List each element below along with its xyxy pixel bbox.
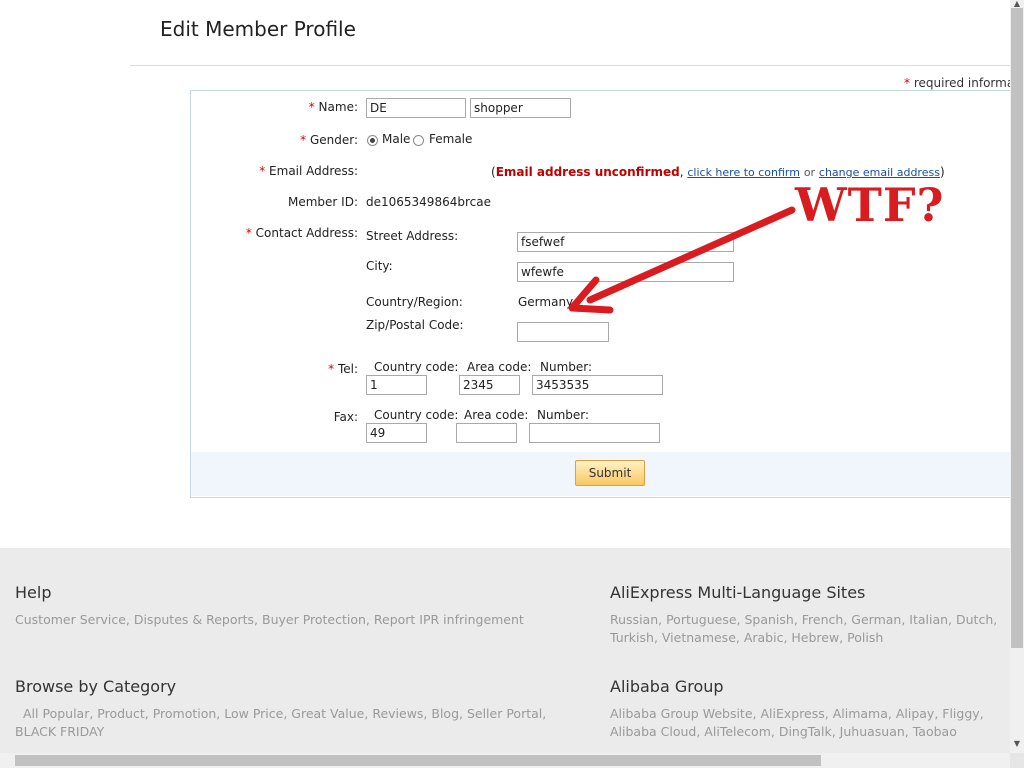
fax-country-code-input[interactable]: 49 (366, 423, 427, 443)
gender-male-label[interactable]: Male (382, 132, 410, 146)
fax-label: Fax: (333, 410, 358, 424)
footer-multilang-links[interactable]: Russian, Portuguese, Spanish, French, Ge… (610, 611, 1005, 647)
scroll-down-arrow-icon[interactable]: ▼ (1011, 739, 1023, 751)
name-label: * Name: (308, 100, 358, 114)
vertical-scroll-thumb[interactable] (1011, 8, 1023, 648)
footer-group-title: Alibaba Group (610, 677, 724, 696)
member-id-label: Member ID: (288, 195, 358, 209)
page-title: Edit Member Profile (160, 17, 356, 41)
fax-area-code-input[interactable] (456, 423, 517, 443)
zip-input[interactable] (517, 322, 609, 342)
footer-group-links[interactable]: Alibaba Group Website, AliExpress, Alima… (610, 705, 1005, 741)
gender-label-text: Gender: (309, 133, 358, 147)
submit-button[interactable]: Submit (575, 460, 645, 486)
footer-browse-title: Browse by Category (15, 677, 177, 696)
scrollbar-corner (1010, 753, 1024, 768)
tel-number-input[interactable]: 3453535 (532, 375, 663, 395)
footer-help-title: Help (15, 583, 52, 602)
zip-label: Zip/Postal Code: (366, 318, 464, 332)
email-input[interactable] (358, 162, 488, 182)
contact-address-label: * Contact Address: (245, 226, 358, 240)
horizontal-scroll-thumb[interactable] (15, 755, 821, 766)
scroll-up-arrow-icon[interactable]: ▲ (1011, 0, 1023, 8)
gender-female-label[interactable]: Female (429, 132, 472, 146)
tel-area-code-input[interactable]: 2345 (459, 375, 520, 395)
fax-number-label: Number: (537, 408, 590, 422)
tel-label-text: Tel: (337, 362, 358, 376)
member-id-value: de1065349864brcae (366, 195, 491, 209)
fax-number-input[interactable] (529, 423, 660, 443)
contact-address-label-text: Contact Address: (255, 226, 358, 240)
tel-country-code-label: Country code: (374, 360, 459, 374)
gender-label: * Gender: (300, 133, 358, 147)
required-note-text: required information (913, 76, 1024, 90)
annotation-arrow-icon (568, 206, 796, 314)
annotation-text: WTF? (795, 178, 945, 232)
city-label: City: (366, 259, 393, 273)
tel-country-code-input[interactable]: 1 (366, 375, 427, 395)
footer-help-links[interactable]: Customer Service, Disputes & Reports, Bu… (15, 611, 585, 629)
fax-area-code-label: Area code: (464, 408, 529, 422)
fax-country-code-label: Country code: (374, 408, 459, 422)
email-status: (Email address unconfirmed, click here t… (491, 165, 945, 179)
gender-male-radio[interactable] (367, 135, 378, 146)
confirm-email-link[interactable]: click here to confirm (687, 166, 800, 179)
tel-area-code-label: Area code: (467, 360, 532, 374)
country-label: Country/Region: (366, 295, 463, 309)
footer-browse-links[interactable]: All Popular, Product, Promotion, Low Pri… (15, 705, 585, 741)
email-label-text: Email Address: (269, 164, 358, 178)
name-label-text: Name: (318, 100, 358, 114)
gender-female-radio[interactable] (413, 135, 424, 146)
footer-multilang-title: AliExpress Multi-Language Sites (610, 583, 866, 602)
email-unconfirmed-text: Email address unconfirmed (495, 165, 680, 179)
email-label: * Email Address: (259, 164, 358, 178)
divider (130, 65, 1010, 66)
last-name-input[interactable]: shopper (470, 98, 571, 118)
tel-label: * Tel: (328, 362, 358, 376)
first-name-input[interactable]: DE (366, 98, 466, 118)
required-note: * required information (904, 76, 1024, 90)
street-label: Street Address: (366, 229, 459, 243)
tel-number-label: Number: (540, 360, 593, 374)
